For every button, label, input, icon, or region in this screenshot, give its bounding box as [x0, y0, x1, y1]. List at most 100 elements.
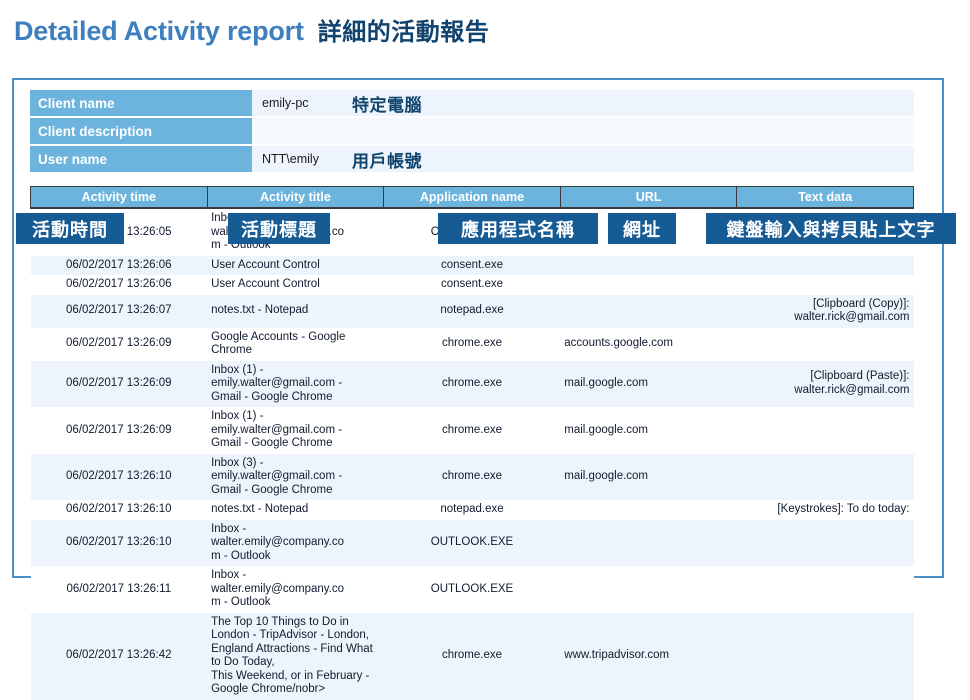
cell-activity-time: 06/02/2017 13:26:10 — [31, 500, 208, 520]
cell-activity-time: 06/02/2017 13:26:09 — [31, 407, 208, 454]
cell-application-name: OUTLOOK.EXE — [384, 566, 561, 613]
cell-application-name: chrome.exe — [384, 407, 561, 454]
column-header-text-data[interactable]: Text data — [737, 187, 914, 209]
cell-text-data — [737, 407, 914, 454]
table-row[interactable]: 06/02/2017 13:26:10Inbox -walter.emily@c… — [31, 520, 914, 567]
cell-text-data — [737, 520, 914, 567]
cell-activity-title: Inbox (3) - emily.walter@gmail.com -Gmai… — [207, 454, 384, 501]
table-row[interactable]: 06/02/2017 13:26:09Google Accounts - Goo… — [31, 328, 914, 361]
client-info-table: Client name emily-pc 特定電腦 Client descriptio… — [30, 90, 914, 174]
cell-activity-title: The Top 10 Things to Do in London - Trip… — [207, 613, 384, 700]
client-info-value: NTT\emily — [262, 152, 334, 166]
column-header-url[interactable]: URL — [560, 187, 737, 209]
cell-text-data — [737, 256, 914, 276]
cell-text-data — [737, 566, 914, 613]
activity-log-table: Activity timeActivity titleApplication n… — [30, 186, 914, 700]
cell-text-data — [737, 613, 914, 700]
cell-url — [560, 256, 737, 276]
cell-application-name: chrome.exe — [384, 361, 561, 408]
cell-activity-title: User Account Control — [207, 256, 384, 276]
cell-text-data: [Clipboard (Paste)]: walter.rick@gmail.c… — [737, 361, 914, 408]
cell-activity-time: 06/02/2017 13:26:06 — [31, 256, 208, 276]
column-header-activity-title[interactable]: Activity title — [207, 187, 384, 209]
table-row[interactable]: 06/02/2017 13:26:09Inbox (1) - emily.wal… — [31, 361, 914, 408]
column-header-activity-time[interactable]: Activity time — [31, 187, 208, 209]
cell-activity-time: 06/02/2017 13:26:11 — [31, 566, 208, 613]
cell-url: www.tripadvisor.com — [560, 613, 737, 700]
cell-url — [560, 275, 737, 295]
client-info-value: emily-pc — [262, 96, 334, 110]
cell-text-data — [737, 328, 914, 361]
table-row[interactable]: 06/02/2017 13:26:10notes.txt - Notepadno… — [31, 500, 914, 520]
table-row[interactable]: 06/02/2017 13:26:06User Account Controlc… — [31, 275, 914, 295]
cell-activity-title: Inbox (1) - emily.walter@gmail.com -Gmai… — [207, 407, 384, 454]
cell-application-name: notepad.exe — [384, 295, 561, 328]
activity-table-body: 06/02/2017 13:26:05Inbox -walter.emily@c… — [31, 208, 914, 700]
cell-activity-title: notes.txt - Notepad — [207, 500, 384, 520]
cell-url — [560, 566, 737, 613]
cell-url — [560, 295, 737, 328]
page-title: Detailed Activity report 詳細的活動報告 — [14, 12, 489, 47]
cell-activity-time: 06/02/2017 13:26:06 — [31, 275, 208, 295]
client-info-row: Client description — [30, 117, 914, 145]
annotation-text-data: 鍵盤輸入與拷貝貼上文字 — [706, 213, 956, 244]
annotation-activity-title: 活動標題 — [228, 213, 330, 244]
cell-activity-title: Google Accounts - Google Chrome — [207, 328, 384, 361]
table-row[interactable]: 06/02/2017 13:26:42The Top 10 Things to … — [31, 613, 914, 700]
page-title-chinese: 詳細的活動報告 — [318, 12, 490, 47]
cell-text-data — [737, 275, 914, 295]
page-title-english: Detailed Activity report — [14, 16, 304, 47]
cell-url: accounts.google.com — [560, 328, 737, 361]
cell-url: mail.google.com — [560, 407, 737, 454]
cell-url: mail.google.com — [560, 454, 737, 501]
client-info-value-cell: emily-pc 特定電腦 — [252, 90, 914, 117]
report-frame: Client name emily-pc 特定電腦 Client descriptio… — [12, 78, 944, 578]
cell-text-data: [Keystrokes]: To do today: — [737, 500, 914, 520]
client-info-annotation: 特定電腦 — [352, 91, 422, 116]
cell-activity-time: 06/02/2017 13:26:10 — [31, 454, 208, 501]
column-header-application-name[interactable]: Application name — [384, 187, 561, 209]
table-row[interactable]: 06/02/2017 13:26:07notes.txt - Notepadno… — [31, 295, 914, 328]
cell-application-name: chrome.exe — [384, 613, 561, 700]
cell-url: mail.google.com — [560, 361, 737, 408]
cell-text-data: [Clipboard (Copy)]: walter.rick@gmail.co… — [737, 295, 914, 328]
cell-url — [560, 500, 737, 520]
client-info-body: Client name emily-pc 特定電腦 Client descriptio… — [30, 90, 914, 173]
annotation-application-name: 應用程式名稱 — [438, 213, 598, 244]
client-info-row: Client name emily-pc 特定電腦 — [30, 90, 914, 117]
cell-activity-time: 06/02/2017 13:26:10 — [31, 520, 208, 567]
annotation-activity-time: 活動時間 — [16, 213, 124, 244]
activity-table-head: Activity timeActivity titleApplication n… — [31, 187, 914, 209]
annotation-url: 網址 — [608, 213, 676, 244]
cell-activity-time: 06/02/2017 13:26:07 — [31, 295, 208, 328]
cell-activity-title: User Account Control — [207, 275, 384, 295]
client-info-value-wrap: emily-pc 特定電腦 — [262, 91, 914, 116]
cell-url — [560, 520, 737, 567]
table-row[interactable]: 06/02/2017 13:26:06User Account Controlc… — [31, 256, 914, 276]
table-row[interactable]: 06/02/2017 13:26:09Inbox (1) - emily.wal… — [31, 407, 914, 454]
table-row[interactable]: 06/02/2017 13:26:10Inbox (3) - emily.wal… — [31, 454, 914, 501]
client-info-label: Client name — [30, 90, 252, 117]
cell-application-name: notepad.exe — [384, 500, 561, 520]
cell-activity-title: Inbox (1) - emily.walter@gmail.com -Gmai… — [207, 361, 384, 408]
cell-activity-title: Inbox -walter.emily@company.com - Outloo… — [207, 566, 384, 613]
cell-activity-title: Inbox -walter.emily@company.com - Outloo… — [207, 520, 384, 567]
cell-activity-title: notes.txt - Notepad — [207, 295, 384, 328]
table-row[interactable]: 06/02/2017 13:26:11Inbox -walter.emily@c… — [31, 566, 914, 613]
client-info-value-cell: NTT\emily 用戶帳號 — [252, 145, 914, 173]
client-info-label: Client description — [30, 117, 252, 145]
cell-activity-time: 06/02/2017 13:26:42 — [31, 613, 208, 700]
cell-application-name: consent.exe — [384, 275, 561, 295]
cell-application-name: OUTLOOK.EXE — [384, 520, 561, 567]
client-info-annotation: 用戶帳號 — [352, 147, 422, 172]
cell-application-name: chrome.exe — [384, 328, 561, 361]
cell-application-name: consent.exe — [384, 256, 561, 276]
activity-header-row: Activity timeActivity titleApplication n… — [31, 187, 914, 209]
client-info-value-cell — [252, 117, 914, 145]
cell-activity-time: 06/02/2017 13:26:09 — [31, 361, 208, 408]
client-info-row: User nameNTT\emily用戶帳號 — [30, 145, 914, 173]
client-info-value-wrap: NTT\emily 用戶帳號 — [262, 147, 914, 172]
cell-application-name: chrome.exe — [384, 454, 561, 501]
cell-text-data — [737, 454, 914, 501]
cell-activity-time: 06/02/2017 13:26:09 — [31, 328, 208, 361]
